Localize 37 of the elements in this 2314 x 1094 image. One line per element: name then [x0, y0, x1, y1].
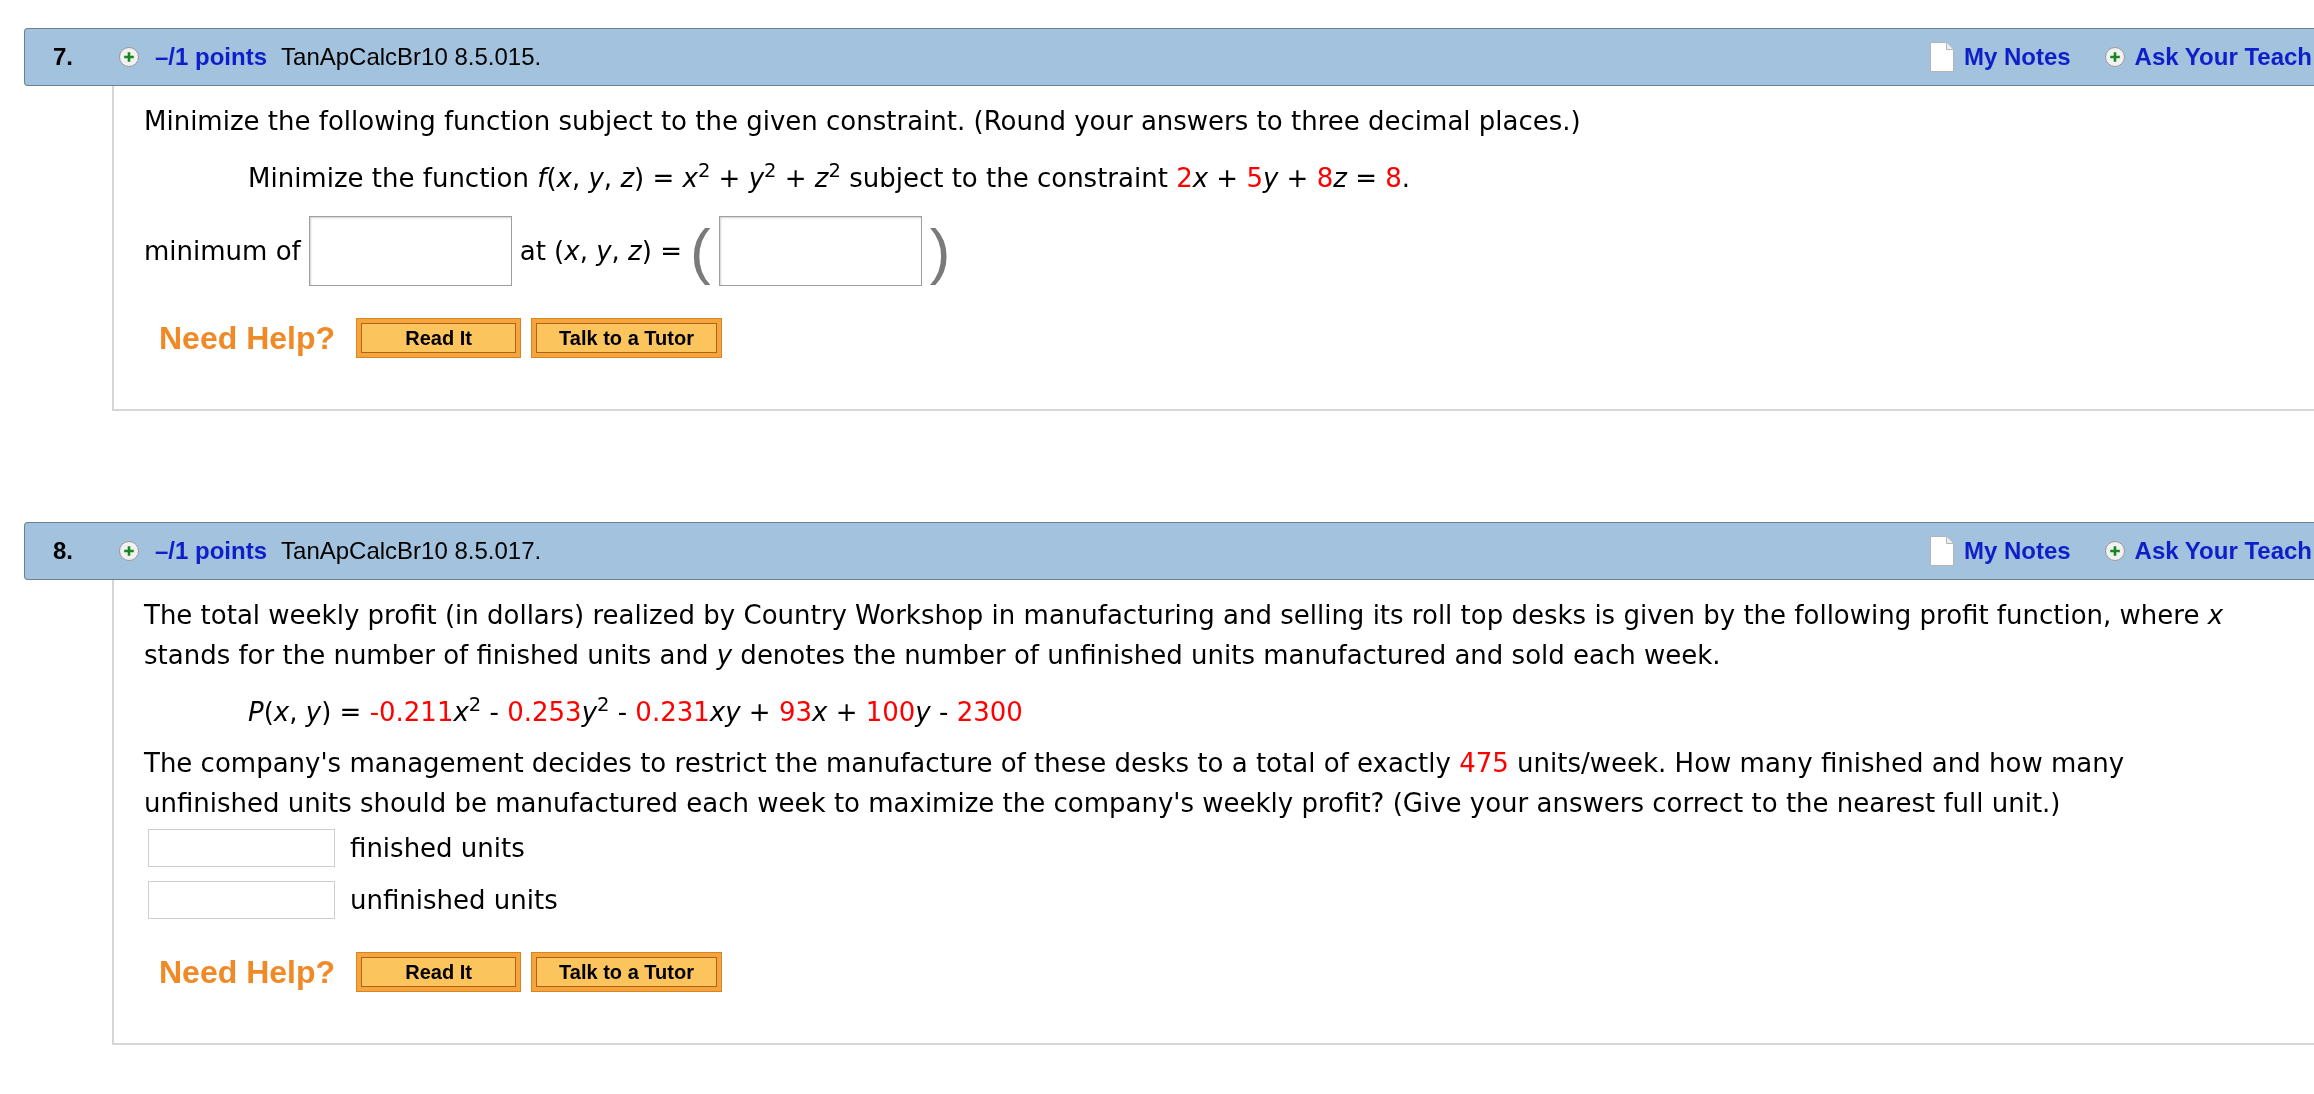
question-number: 7.: [53, 42, 73, 72]
help-button[interactable]: Read It: [356, 318, 522, 358]
help-button[interactable]: Talk to a Tutor: [531, 952, 723, 992]
question-code: TanApCalcBr10 8.5.017.: [281, 536, 542, 566]
plus-icon[interactable]: [119, 47, 139, 67]
question-number: 8.: [53, 536, 73, 566]
answer-label: at (x, y, z) =: [519, 235, 682, 268]
points-label: –/1 points: [155, 42, 268, 72]
need-help-label: Need Help?: [159, 319, 336, 358]
document-icon[interactable]: [1929, 42, 1954, 72]
question-text: Minimize the following function subject to the given constraint. (Round your answers to three decimal places.): [144, 105, 1581, 138]
answer-label: unfinished units: [350, 884, 558, 917]
plus-icon[interactable]: [2104, 47, 2125, 67]
answer-input[interactable]: [148, 829, 335, 867]
parenthesis: (: [689, 216, 711, 286]
notes-link[interactable]: My Notes: [1963, 533, 2071, 569]
answer-label: finished units: [350, 832, 525, 865]
notes-link[interactable]: My Notes: [1963, 39, 2071, 75]
points-label: –/1 points: [155, 536, 268, 566]
ask-teacher-link[interactable]: Ask Your Teach: [2134, 39, 2312, 75]
parenthesis: ): [929, 216, 951, 286]
document-icon[interactable]: [1929, 536, 1954, 566]
plus-icon[interactable]: [2104, 541, 2125, 561]
question-code: TanApCalcBr10 8.5.015.: [281, 42, 542, 72]
plus-icon[interactable]: [119, 541, 139, 561]
question-text: The company's management decides to restrict the manufacture of these desks to a total of exactly 475 units/week. How many finished and how many unfinished units should be manufactured each week to maximize the company's weekly profit? (Give your answers correct to the nearest full unit.): [144, 747, 2126, 820]
equation-text: P(x, y) = -0.211x$^{2}$ - 0.253y$^{2}$ - 0.231xy + 93x + 100y - 2300: [248, 692, 1023, 729]
help-button[interactable]: Talk to a Tutor: [531, 318, 723, 358]
help-button[interactable]: Read It: [356, 952, 522, 992]
ask-teacher-link[interactable]: Ask Your Teach: [2134, 533, 2312, 569]
answer-input[interactable]: [718, 216, 922, 286]
need-help-label: Need Help?: [159, 953, 336, 992]
answer-input[interactable]: [148, 881, 335, 919]
answer-label: minimum of: [144, 235, 301, 268]
question-text: The total weekly profit (in dollars) realized by Country Workshop in manufacturing and selling its roll top desks is given by the following profit function, where x stands for the number of finished units and y denotes the number of unfinished units manufactured and sold each week.: [144, 599, 2225, 672]
answer-input[interactable]: [308, 216, 512, 286]
equation-text: Minimize the function f(x, y, z) = x$^{2}$ + y$^{2}$ + z$^{2}$ subject to the constraint 2x + 5y + 8z = 8.: [248, 158, 1411, 195]
